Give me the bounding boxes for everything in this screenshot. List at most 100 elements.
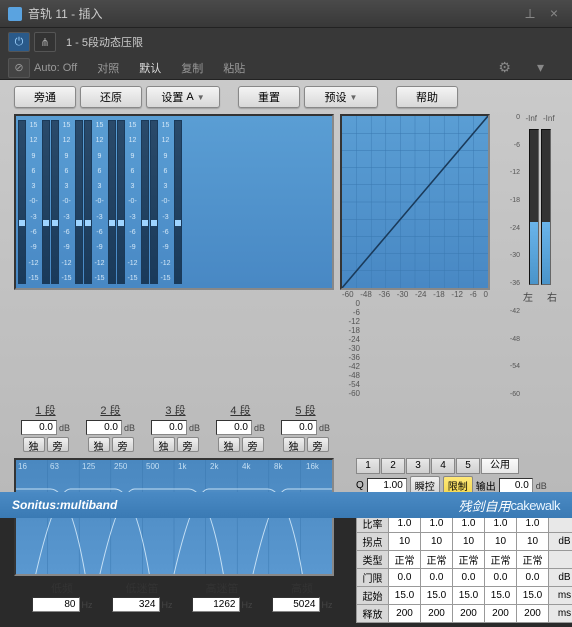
- phase-button[interactable]: ⊘: [8, 58, 30, 78]
- q-label: Q: [356, 480, 364, 491]
- auto-label[interactable]: Auto: Off: [34, 62, 77, 74]
- param-cell[interactable]: 0.0: [389, 569, 421, 587]
- param-cell[interactable]: 15.0: [517, 587, 549, 605]
- power-button[interactable]: ⏻: [8, 32, 30, 52]
- freq-2-label: 高迷笛: [184, 580, 260, 596]
- freq-3-value[interactable]: 5024: [272, 597, 320, 612]
- contrast-label[interactable]: 对照: [97, 60, 119, 76]
- tab-3[interactable]: 3: [406, 458, 430, 474]
- row-header: 释放: [357, 605, 389, 623]
- band-1-label[interactable]: 1 段: [14, 402, 77, 418]
- param-cell[interactable]: 200: [421, 605, 453, 623]
- row-header: 拐点: [357, 533, 389, 551]
- band-4-solo[interactable]: 独: [218, 437, 240, 452]
- brand-label: Sonitus:multiband: [12, 498, 117, 512]
- paste-label[interactable]: 粘贴: [223, 60, 245, 76]
- param-cell[interactable]: 0.0: [485, 569, 517, 587]
- param-cell[interactable]: 15.0: [485, 587, 517, 605]
- band-2-solo[interactable]: 独: [88, 437, 110, 452]
- tab-5[interactable]: 5: [456, 458, 480, 474]
- titlebar: 音轨 11 - 插入 ⟂ ×: [0, 0, 572, 28]
- band-1-bypass[interactable]: 旁: [47, 437, 69, 452]
- param-cell[interactable]: 0.0: [517, 569, 549, 587]
- default-label[interactable]: 默认: [139, 60, 161, 76]
- param-cell[interactable]: 0.0: [421, 569, 453, 587]
- crossover-freq-row: 低频80Hz低迷笛324Hz高迷笛1262Hz高频5024Hz: [14, 578, 350, 614]
- param-cell[interactable]: 正常: [421, 551, 453, 569]
- param-cell[interactable]: 10: [421, 533, 453, 551]
- freq-1-value[interactable]: 324: [112, 597, 160, 612]
- param-cell[interactable]: 正常: [389, 551, 421, 569]
- reset-button[interactable]: 重置: [238, 86, 300, 108]
- gear-icon[interactable]: ⚙: [498, 59, 511, 76]
- band-1-solo[interactable]: 独: [23, 437, 45, 452]
- band-2-gain[interactable]: 0.0: [86, 420, 122, 435]
- tab-common[interactable]: 公用: [481, 458, 519, 474]
- param-cell[interactable]: 15.0: [453, 587, 485, 605]
- out-meter-l: [529, 129, 539, 285]
- param-cell[interactable]: 正常: [485, 551, 517, 569]
- freq-0-value[interactable]: 80: [32, 597, 80, 612]
- band-4-label[interactable]: 4 段: [209, 402, 272, 418]
- transfer-graph[interactable]: [340, 114, 490, 290]
- param-cell[interactable]: 正常: [517, 551, 549, 569]
- band-4-gain[interactable]: 0.0: [216, 420, 252, 435]
- row-header: 类型: [357, 551, 389, 569]
- param-cell[interactable]: 15.0: [389, 587, 421, 605]
- band-5-bypass[interactable]: 旁: [307, 437, 329, 452]
- param-cell[interactable]: 200: [389, 605, 421, 623]
- band-5-solo[interactable]: 独: [283, 437, 305, 452]
- band-5-gain[interactable]: 0.0: [281, 420, 317, 435]
- help-button[interactable]: 帮助: [396, 86, 458, 108]
- pin-icon[interactable]: ⟂: [520, 6, 540, 22]
- tab-4[interactable]: 4: [431, 458, 455, 474]
- toolbar-row2: ⊘ Auto: Off 对照 默认 复制 粘贴 ⚙ ▾: [0, 56, 572, 80]
- band-3-bypass[interactable]: 旁: [177, 437, 199, 452]
- unit-cell: dB: [549, 569, 572, 587]
- out-meter-r: [541, 129, 551, 285]
- undo-button[interactable]: 还原: [80, 86, 142, 108]
- param-cell[interactable]: 200: [485, 605, 517, 623]
- band-3-gain[interactable]: 0.0: [151, 420, 187, 435]
- signature-label: 残剑自用: [459, 496, 511, 515]
- output-meter: -Inf-Inf 0-6-12-18-24-30-36-42-48-54-60 …: [522, 114, 558, 398]
- param-cell[interactable]: 正常: [453, 551, 485, 569]
- row-header: 起始: [357, 587, 389, 605]
- route-label[interactable]: 1 - 5段动态压限: [66, 34, 143, 50]
- preset-button[interactable]: 预设▼: [304, 86, 378, 108]
- q-value[interactable]: 1.00: [367, 478, 407, 493]
- param-cell[interactable]: 0.0: [453, 569, 485, 587]
- band-3-solo[interactable]: 独: [153, 437, 175, 452]
- unit-cell: dB: [549, 533, 572, 551]
- freq-1-label: 低迷笛: [104, 580, 180, 596]
- tab-2[interactable]: 2: [381, 458, 405, 474]
- band-1-gain[interactable]: 0.0: [21, 420, 57, 435]
- band-5-label[interactable]: 5 段: [274, 402, 337, 418]
- param-cell[interactable]: 10: [485, 533, 517, 551]
- param-cell[interactable]: 10: [389, 533, 421, 551]
- toolbar: ⏻ ⋔ 1 - 5段动态压限: [0, 28, 572, 56]
- band-2-bypass[interactable]: 旁: [112, 437, 134, 452]
- freq-2-value[interactable]: 1262: [192, 597, 240, 612]
- routing-button[interactable]: ⋔: [34, 32, 56, 52]
- close-icon[interactable]: ×: [544, 6, 564, 22]
- tab-1[interactable]: 1: [356, 458, 380, 474]
- chevron-down-icon: ▼: [350, 93, 358, 102]
- bypass-button[interactable]: 旁通: [14, 86, 76, 108]
- band-4-bypass[interactable]: 旁: [242, 437, 264, 452]
- param-cell[interactable]: 200: [453, 605, 485, 623]
- band-2-label[interactable]: 2 段: [79, 402, 142, 418]
- setup-button[interactable]: 设置A▼: [146, 86, 220, 108]
- band-meters: 1512963-0--3-6-9-12-151512963-0--3-6-9-1…: [14, 114, 334, 290]
- menu-icon[interactable]: ▾: [537, 59, 544, 76]
- copy-label[interactable]: 复制: [181, 60, 203, 76]
- param-cell[interactable]: 10: [517, 533, 549, 551]
- unit-cell: ms: [549, 605, 572, 623]
- param-cell[interactable]: 15.0: [421, 587, 453, 605]
- param-cell[interactable]: 200: [517, 605, 549, 623]
- param-cell[interactable]: 10: [453, 533, 485, 551]
- band-controls: 1 段0.0dB独旁2 段0.0dB独旁3 段0.0dB独旁4 段0.0dB独旁…: [4, 398, 568, 454]
- graph-y-axis: 0-6-12-18-24-30-36-42-48-54-60: [340, 299, 360, 398]
- band-3-label[interactable]: 3 段: [144, 402, 207, 418]
- output-value[interactable]: 0.0: [499, 478, 533, 493]
